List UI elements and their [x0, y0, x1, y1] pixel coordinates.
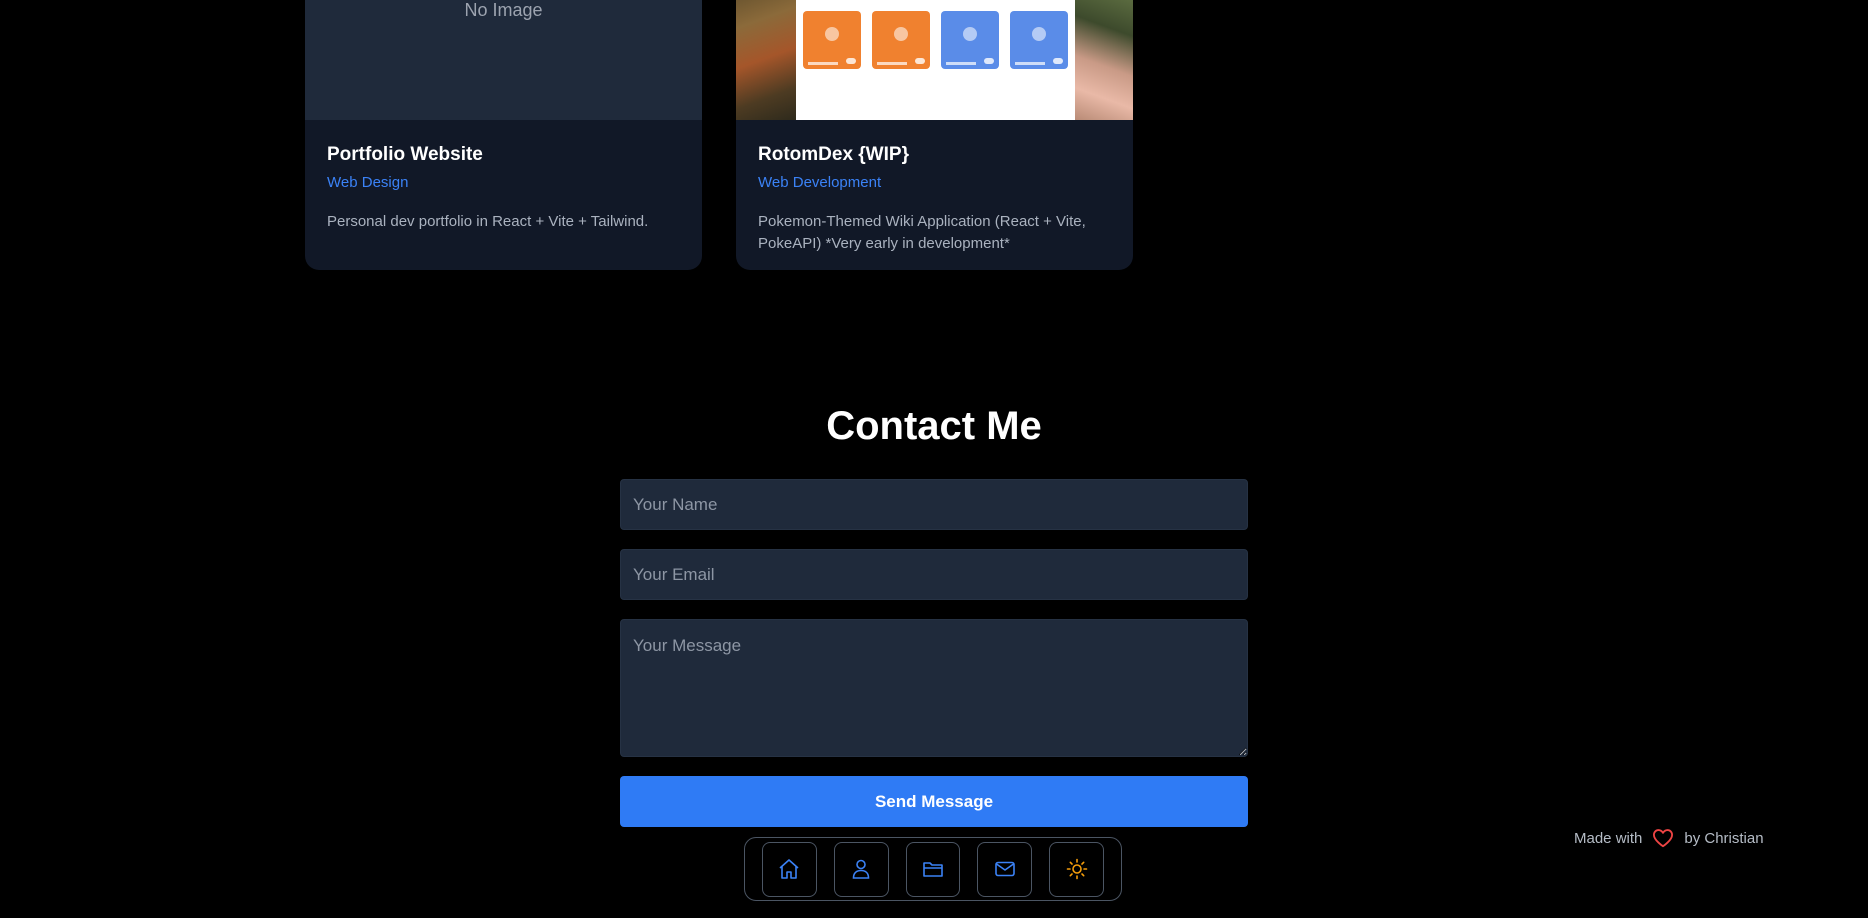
no-image-label: No Image: [464, 0, 543, 20]
pokemon-tile: [872, 11, 930, 69]
folder-icon: [923, 862, 943, 877]
footer-prefix: Made with: [1574, 829, 1643, 847]
email-input[interactable]: [620, 549, 1248, 600]
project-card-rotomdex[interactable]: RotomDex {WIP} Web Development Pokemon-T…: [736, 0, 1133, 270]
project-category: Web Design: [327, 174, 409, 191]
project-title: Portfolio Website: [327, 144, 483, 165]
heart-icon: [1652, 828, 1674, 848]
projects-button[interactable]: [905, 841, 961, 897]
project-image-placeholder: No Image: [305, 0, 702, 120]
project-category: Web Development: [758, 174, 882, 191]
pokemon-tile: [1010, 11, 1068, 69]
footer-suffix: by Christian: [1684, 829, 1764, 847]
project-description: Personal dev portfolio in React + Vite +…: [327, 213, 649, 230]
contact-button[interactable]: [977, 841, 1033, 897]
project-screenshot: [736, 0, 1133, 120]
project-description: Pokemon-Themed Wiki Application (React +…: [758, 213, 1086, 252]
send-message-button[interactable]: Send Message: [620, 776, 1248, 827]
pokemon-tile: [803, 11, 861, 69]
artwork-left: [736, 0, 796, 120]
home-button[interactable]: [762, 841, 817, 897]
pokemon-grid-preview: [796, 0, 1075, 120]
message-textarea[interactable]: [620, 619, 1248, 757]
about-button[interactable]: [833, 841, 889, 897]
artwork-right: [1075, 0, 1133, 120]
home-icon: [779, 859, 799, 879]
footer-credit: Made with by Christian: [1574, 828, 1764, 848]
project-card-portfolio[interactable]: No Image Portfolio Website Web Design Pe…: [305, 0, 702, 270]
sun-icon: [1066, 858, 1087, 880]
mail-icon: [994, 861, 1015, 877]
name-input[interactable]: [620, 479, 1248, 530]
contact-title: Contact Me: [826, 404, 1042, 448]
user-icon: [852, 859, 870, 879]
pokemon-tile: [941, 11, 999, 69]
theme-toggle-button[interactable]: [1049, 841, 1104, 897]
dock-navigation: [744, 837, 1122, 901]
project-title: RotomDex {WIP}: [758, 144, 909, 165]
